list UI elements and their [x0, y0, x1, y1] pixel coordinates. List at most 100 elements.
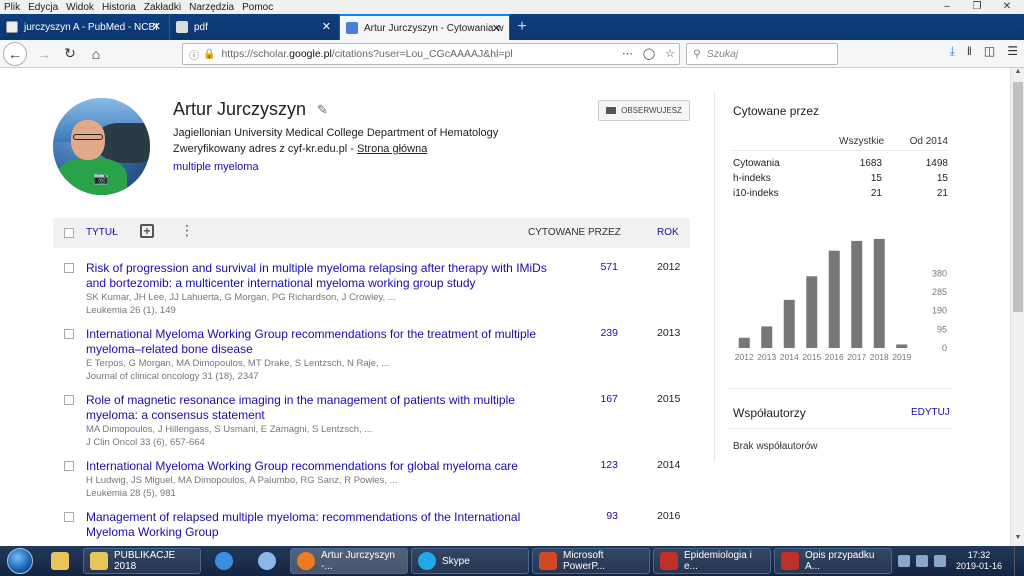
vertical-scrollbar[interactable]: ▲ ▼: [1010, 68, 1024, 546]
avatar[interactable]: 📷: [53, 98, 150, 195]
taskbar-publikacje[interactable]: PUBLIKACJE 2018: [83, 548, 201, 574]
article-authors: MA Dimopoulos, J Hillengass, S Usmani, E…: [86, 424, 373, 435]
row-checkbox[interactable]: [64, 263, 74, 273]
stats-all: 1683: [859, 158, 882, 169]
menu-edycja[interactable]: Edycja: [28, 2, 58, 13]
taskbar-ie[interactable]: [204, 548, 244, 574]
start-button[interactable]: [0, 546, 40, 576]
back-icon[interactable]: ←: [3, 41, 27, 66]
taskbar-skype[interactable]: Skype: [411, 548, 529, 574]
windows-taskbar: PUBLIKACJE 2018 Artur Jurczyszyn -... Sk…: [0, 546, 1024, 576]
bookmark-star-icon[interactable]: ☆: [665, 47, 675, 60]
close-tab-icon[interactable]: ✕: [492, 22, 501, 35]
chart-bar-2013[interactable]: [761, 326, 773, 348]
taskbar-pdf-opis[interactable]: Opis przypadku A...: [774, 548, 892, 574]
taskbar-pdf-epidemiologia[interactable]: Epidemiologia i e...: [653, 548, 771, 574]
row-checkbox[interactable]: [64, 329, 74, 339]
reload-icon[interactable]: ↻: [57, 41, 83, 67]
network-icon[interactable]: [915, 555, 928, 567]
citations-per-year-chart: 0 95 190 285 380 2012 2013 2014 2015 2016 2017 2018…: [735, 238, 947, 362]
library-icon[interactable]: ‖: [967, 44, 972, 59]
scroll-up-icon[interactable]: ▲: [1011, 68, 1024, 80]
taskbar-powerpoint[interactable]: Microsoft PowerP...: [532, 548, 650, 574]
row-checkbox[interactable]: [64, 395, 74, 405]
taskbar-thunderbird[interactable]: [247, 548, 287, 574]
article-authors: SK Kumar, JH Lee, JJ Lahuerta, G Morgan,…: [86, 292, 396, 303]
chart-bar-2016[interactable]: [828, 250, 840, 348]
tab-pdf[interactable]: pdf ✕: [170, 14, 340, 40]
restore-icon[interactable]: ❐: [962, 0, 992, 14]
coauthors-edit-button[interactable]: EDYTUJ: [911, 407, 950, 418]
home-icon[interactable]: ⌂: [83, 41, 109, 67]
chart-bar-2014[interactable]: [783, 299, 795, 348]
row-checkbox[interactable]: [64, 461, 74, 471]
volume-icon[interactable]: [933, 555, 946, 567]
article-title[interactable]: Management of relapsed multiple myeloma:…: [86, 510, 556, 540]
menu-narzedzia[interactable]: Narzędzia: [189, 2, 234, 13]
close-window-icon[interactable]: ✕: [992, 0, 1022, 14]
chart-bar-2017[interactable]: [851, 240, 863, 348]
article-title[interactable]: International Myeloma Working Group reco…: [86, 327, 556, 357]
camera-icon[interactable]: 📷: [93, 172, 109, 185]
sort-by-cited[interactable]: CYTOWANE PRZEZ: [528, 227, 621, 238]
add-article-icon[interactable]: +: [140, 224, 154, 238]
tab-label: Artur Jurczyszyn - Cytowania w: [364, 22, 504, 34]
taskbar-firefox[interactable]: Artur Jurczyszyn -...: [290, 548, 408, 574]
edit-pencil-icon[interactable]: ✎: [317, 102, 328, 118]
forward-icon[interactable]: →: [31, 41, 57, 67]
window-controls: – ❐ ✕: [932, 0, 1022, 14]
sort-by-title[interactable]: TYTUŁ: [86, 227, 118, 238]
more-vert-icon[interactable]: ⋮: [180, 223, 194, 237]
menu-hamburger-icon[interactable]: ☰: [1007, 44, 1018, 59]
article-cited-by[interactable]: 571: [593, 261, 618, 273]
tray-icon[interactable]: [897, 555, 910, 567]
article-title[interactable]: International Myeloma Working Group reco…: [86, 459, 556, 474]
follow-button[interactable]: OBSERWUJESZ: [598, 100, 690, 121]
article-title[interactable]: Risk of progression and survival in mult…: [86, 261, 556, 291]
close-tab-icon[interactable]: ✕: [152, 20, 161, 33]
page-actions-icon[interactable]: ⋯: [622, 47, 633, 60]
menu-zakladki[interactable]: Zakładki: [144, 2, 181, 13]
menu-widok[interactable]: Widok: [66, 2, 94, 13]
article-title[interactable]: Role of magnetic resonance imaging in th…: [86, 393, 556, 423]
search-input[interactable]: ⚲ Szukaj: [686, 43, 838, 65]
clock[interactable]: 17:32 2019-01-16: [956, 550, 1002, 572]
menu-plik[interactable]: Plik: [4, 2, 20, 13]
articles-table-header: TYTUŁ + ⋮ CYTOWANE PRZEZ ROK: [53, 218, 690, 248]
row-checkbox[interactable]: [64, 512, 74, 522]
show-desktop-button[interactable]: [1014, 546, 1024, 576]
chart-bar-2012[interactable]: [738, 337, 750, 348]
homepage-link[interactable]: Strona główna: [357, 143, 427, 155]
article-cited-by[interactable]: 93: [593, 510, 618, 522]
sidebar-icon[interactable]: ◫: [984, 44, 995, 59]
article-cited-by[interactable]: 239: [593, 327, 618, 339]
close-tab-icon[interactable]: ✕: [322, 20, 331, 33]
menu-pomoc[interactable]: Pomoc: [242, 2, 273, 13]
url-actions: ⋯ ◯ ☆: [622, 47, 675, 60]
scrollbar-thumb[interactable]: [1013, 82, 1023, 312]
tab-pubmed[interactable]: jurczyszyn A - PubMed - NCBI ✕: [0, 14, 170, 40]
sort-by-year[interactable]: ROK: [657, 227, 679, 238]
tab-scholar[interactable]: Artur Jurczyszyn - Cytowania w ✕: [340, 14, 510, 40]
info-icon[interactable]: ⓘ: [189, 47, 199, 62]
table-row: Role of magnetic resonance imaging in th…: [53, 393, 690, 451]
article-year: 2015: [657, 393, 681, 405]
taskbar-explorer[interactable]: [40, 548, 80, 574]
minimize-icon[interactable]: –: [932, 0, 962, 14]
select-all-checkbox[interactable]: [64, 228, 74, 238]
article-cited-by[interactable]: 167: [593, 393, 618, 405]
pocket-icon[interactable]: ◯: [643, 47, 655, 60]
pdf-icon: [781, 552, 799, 570]
article-cited-by[interactable]: 123: [593, 459, 618, 471]
url-bar[interactable]: ⓘ 🔒 https://scholar. google.pl/citations?…: [182, 43, 680, 65]
scroll-down-icon[interactable]: ▼: [1011, 534, 1024, 546]
system-tray: 17:32 2019-01-16: [892, 546, 1024, 576]
interest-link[interactable]: multiple myeloma: [173, 161, 259, 173]
article-authors: H Ludwig, JS Miguel, MA Dimopoulos, A Pa…: [86, 475, 398, 486]
chart-bar-2015[interactable]: [806, 276, 818, 348]
download-icon[interactable]: ⤓: [950, 44, 955, 59]
menu-historia[interactable]: Historia: [102, 2, 136, 13]
chart-bar-2019[interactable]: [896, 344, 908, 348]
new-tab-icon[interactable]: +: [510, 14, 534, 40]
chart-bar-2018[interactable]: [873, 238, 885, 348]
